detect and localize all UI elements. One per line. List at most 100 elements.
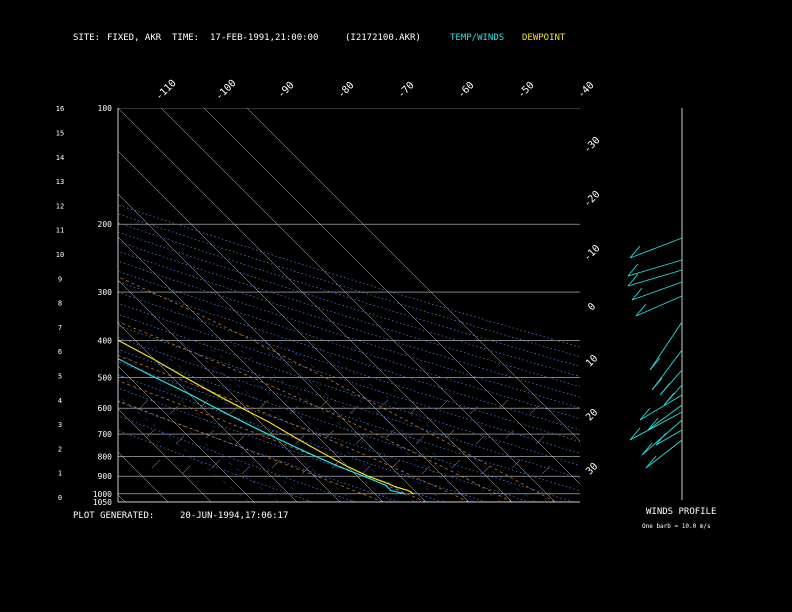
guide-mark: [241, 465, 251, 475]
dry-adiabat: [118, 291, 580, 442]
mixing-ratio-line: [276, 340, 502, 502]
dry-adiabat: [118, 270, 580, 420]
isotherm-top-label: -110: [154, 78, 179, 103]
moist-adiabat: [118, 355, 470, 502]
isotherm-right-label: 30: [584, 461, 600, 477]
guide-mark: [529, 405, 539, 415]
wind-barb-flag: [649, 357, 661, 371]
mixing-ratio-line: [118, 395, 250, 502]
temperature-point: [367, 475, 369, 477]
dry-adiabat: [118, 260, 580, 409]
temperature-point: [387, 482, 389, 485]
isotherm-right-label: 10: [584, 353, 600, 369]
dry-adiabat: [118, 313, 580, 466]
dewpoint-point: [390, 489, 392, 492]
guide-mark: [349, 405, 359, 415]
guide-mark: [151, 459, 161, 469]
isotherm: [118, 365, 255, 502]
guide-mark: [229, 405, 239, 415]
winds-profile-title: WINDS PROFILE: [646, 507, 717, 517]
height-km-tick: 0: [58, 494, 62, 502]
height-km-tick: 13: [56, 178, 64, 186]
temperature-point: [241, 407, 243, 409]
winds-profile-note: One barb = 10.0 m/s: [642, 523, 711, 530]
isotherm: [118, 150, 470, 502]
guide-mark: [361, 465, 371, 475]
plot-generated-value: 20-JUN-1994,17:06:17: [180, 511, 289, 521]
temperature-point: [154, 359, 156, 361]
wind-barb-shaft: [649, 321, 683, 371]
pressure-tick: 700: [98, 430, 113, 439]
guide-mark: [355, 435, 365, 445]
height-km-tick: 16: [56, 105, 64, 113]
guide-mark: [235, 435, 245, 445]
dewpoint-point: [363, 475, 365, 477]
isotherm-top-label: -60: [456, 80, 477, 101]
height-km-tick: 2: [58, 445, 62, 453]
mixing-ratio-line: [199, 340, 415, 502]
wind-barb-shaft: [627, 259, 683, 277]
temperature-point: [288, 433, 290, 435]
isotherm-top-label: -80: [336, 80, 357, 101]
dewpoint-point: [188, 393, 190, 395]
dewpoint-point: [215, 407, 217, 409]
guide-mark: [175, 435, 185, 445]
guide-mark: [271, 459, 281, 469]
isotherm-top-label: -70: [396, 80, 417, 101]
wind-barb-flag: [645, 455, 657, 469]
temperature-point: [412, 493, 415, 495]
temperature-point: [87, 327, 88, 328]
dry-adiabat: [118, 325, 580, 479]
dry-adiabat: [118, 429, 312, 502]
temperature-point: [328, 455, 330, 458]
guide-mark: [181, 465, 191, 475]
temperature-point: [184, 377, 187, 379]
isotherm: [0, 108, 39, 502]
temperature-point: [407, 489, 409, 492]
height-km-tick: 4: [58, 397, 62, 405]
wind-barb-shaft: [635, 295, 683, 317]
wind-barb-shaft: [629, 411, 683, 441]
height-km-tick: 15: [56, 130, 64, 138]
pressure-tick: 400: [98, 336, 113, 345]
wind-barb-shaft: [639, 394, 683, 421]
temperature-point: [395, 486, 397, 488]
plot-generated-label: PLOT GENERATED:: [73, 511, 155, 521]
isotherm-top-label: -40: [576, 80, 597, 101]
guide-mark: [469, 405, 479, 415]
temperature-point: [267, 421, 269, 423]
dry-adiabat: [118, 374, 487, 502]
height-km-tick: 14: [56, 154, 64, 162]
pressure-tick: 500: [98, 374, 113, 383]
dewpoint-point: [120, 359, 122, 361]
guide-mark: [421, 465, 431, 475]
skewt-page: SITE: FIXED, AKR TIME: 17-FEB-1991,21:00…: [0, 0, 792, 612]
pressure-tick: 600: [98, 404, 113, 413]
dry-adiabat: [118, 337, 580, 492]
mixing-ratio-line: [145, 340, 356, 502]
dewpoint-point: [384, 484, 387, 486]
dry-adiabat: [118, 213, 580, 358]
temperature-point: [22, 291, 23, 292]
pressure-tick: 800: [98, 452, 113, 461]
temperature-point: [308, 445, 311, 447]
isotherm-top-label: -50: [516, 80, 537, 101]
isotherm-right-label: 0: [586, 301, 598, 313]
guide-mark: [391, 459, 401, 469]
isotherm: [203, 108, 580, 485]
isotherm-right-label: -20: [582, 189, 603, 210]
pressure-tick: 1050: [93, 498, 112, 507]
height-km-tick: 5: [58, 373, 62, 381]
dry-adiabat: [118, 250, 580, 398]
isotherm: [0, 108, 82, 502]
pressure-tick: 100: [98, 104, 113, 113]
isotherm-right-label: -10: [582, 243, 603, 264]
mixing-ratio-line: [226, 340, 446, 502]
dewpoint-point: [315, 455, 317, 458]
dry-adiabat: [118, 361, 530, 502]
isotherm-right-label: 20: [584, 407, 600, 423]
guide-mark: [475, 435, 485, 445]
dewpoint-point: [74, 340, 75, 341]
dry-adiabat: [118, 415, 356, 502]
height-km-tick: 7: [58, 324, 62, 332]
